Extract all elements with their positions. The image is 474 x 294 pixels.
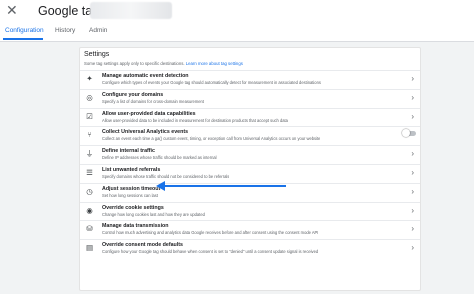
setting-title: List unwanted referrals — [102, 166, 161, 173]
setting-row-internal-traffic[interactable]: ⏚ Define internal traffic Define IP addr… — [80, 145, 420, 164]
chevron-right-icon[interactable]: › — [411, 187, 414, 197]
setting-row-data-transmission[interactable]: ⛁ Manage data transmission Control how m… — [80, 220, 420, 239]
setting-row-domains[interactable]: ◎ Configure your domains Specify a list … — [80, 88, 420, 108]
setting-title: Collect Universal Analytics events — [102, 129, 189, 136]
clock-icon: ◷ — [86, 186, 93, 196]
filter-icon: ⏚ — [85, 149, 94, 159]
chevron-right-icon[interactable]: › — [411, 224, 414, 234]
setting-title: Override consent mode defaults — [102, 242, 183, 249]
chevron-right-icon[interactable]: › — [411, 149, 414, 159]
redacted-tag-id — [90, 2, 172, 19]
setting-subtitle: Define IP addresses whose traffic should… — [102, 155, 217, 161]
setting-subtitle: Set how long sessions can last — [102, 192, 158, 198]
setting-title: Configure your domains — [102, 91, 164, 98]
consent-icon: ▤ — [85, 243, 94, 253]
setting-subtitle: Change how long cookies last and how the… — [102, 211, 205, 217]
settings-header: Settings Some tag settings apply only to… — [84, 51, 243, 66]
chevron-right-icon[interactable]: › — [411, 112, 414, 122]
domains-icon: ◎ — [86, 92, 93, 102]
list-icon: ☰ — [86, 167, 93, 177]
settings-card: Settings Some tag settings apply only to… — [79, 47, 421, 291]
database-icon: ⛁ — [86, 224, 93, 234]
setting-title: Allow user-provided data capabilities — [102, 110, 196, 117]
active-tab-indicator — [3, 38, 43, 40]
chevron-right-icon[interactable]: › — [411, 74, 414, 84]
sparkle-icon: ✦ — [86, 74, 93, 83]
setting-row-unwanted-referrals[interactable]: ☰ List unwanted referrals Specify domain… — [80, 163, 420, 183]
tab-bar: Configuration History Admin — [0, 24, 474, 42]
setting-row-cookie-settings[interactable]: ◉ Override cookie settings Change how lo… — [80, 201, 420, 221]
setting-row-event-detection[interactable]: ✦ Manage automatic event detection Confi… — [80, 70, 420, 89]
setting-row-consent-defaults[interactable]: ▤ Override consent mode defaults Configu… — [80, 239, 420, 258]
learn-more-link[interactable]: Learn more about tag settings — [186, 61, 243, 66]
tab-admin[interactable]: Admin — [89, 27, 107, 34]
setting-title: Override cookie settings — [102, 204, 164, 211]
chevron-right-icon[interactable]: › — [411, 168, 414, 178]
top-bar: ✕ Google tag Configuration History Admin — [0, 0, 474, 42]
settings-title: Settings — [84, 51, 110, 58]
setting-title: Adjust session timeout — [102, 185, 161, 192]
fork-icon: ⑂ — [87, 130, 92, 140]
setting-row-user-provided-data[interactable]: ☑ Allow user-provided data capabilities … — [80, 107, 420, 127]
settings-list: ✦ Manage automatic event detection Confi… — [80, 70, 420, 258]
chevron-right-icon[interactable]: › — [411, 243, 414, 253]
setting-subtitle: Specify a list of domains for cross-doma… — [102, 98, 204, 104]
ua-events-toggle[interactable] — [402, 129, 416, 138]
setting-subtitle: Control how much advertising and analyti… — [102, 230, 319, 236]
setting-subtitle: Collect an event each time a ga() custom… — [102, 136, 321, 142]
setting-title: Manage automatic event detection — [102, 73, 189, 79]
close-icon[interactable]: ✕ — [6, 3, 18, 17]
divider — [0, 41, 474, 42]
setting-title: Manage data transmission — [102, 223, 169, 230]
chevron-right-icon[interactable]: › — [411, 206, 414, 216]
settings-description: Some tag settings apply only to specific… — [84, 61, 243, 66]
setting-title: Define internal traffic — [102, 148, 155, 155]
setting-subtitle: Specify domains whose traffic should not… — [102, 173, 230, 179]
setting-subtitle: Configure how your Google tag should beh… — [102, 249, 319, 255]
tab-history[interactable]: History — [55, 27, 75, 34]
setting-subtitle: Allow user-provided data to be included … — [102, 117, 288, 123]
tab-configuration[interactable]: Configuration — [5, 27, 44, 34]
chevron-right-icon[interactable]: › — [411, 93, 414, 103]
setting-subtitle: Configure which types of events your Goo… — [102, 80, 321, 85]
annotation-arrow — [158, 185, 286, 187]
setting-row-ua-events[interactable]: ⑂ Collect Universal Analytics events Col… — [80, 126, 420, 145]
cookie-icon: ◉ — [86, 205, 93, 215]
checklist-icon: ☑ — [86, 111, 93, 121]
